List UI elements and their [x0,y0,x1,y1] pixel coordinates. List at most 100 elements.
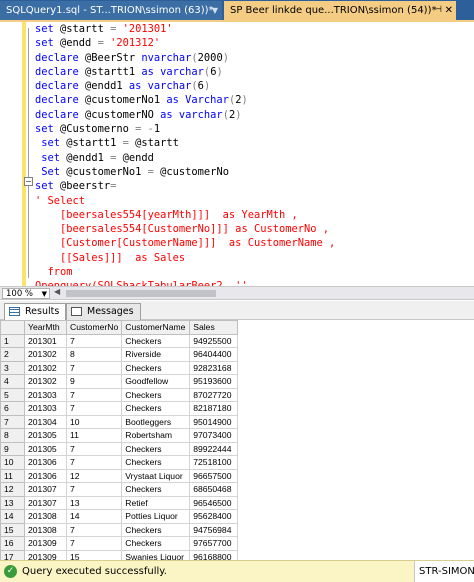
cell-yearmth[interactable]: 201303 [24,387,67,402]
tab-results[interactable]: Results [4,303,67,320]
horizontal-scrollbar[interactable]: ◀ [54,287,474,298]
cell-sales[interactable]: 95628400 [189,509,239,524]
cell-customerno[interactable]: 7 [65,333,123,348]
cell-yearmth[interactable]: 201307 [24,495,67,510]
cell-sales[interactable]: 96546500 [189,495,239,510]
column-header-sales[interactable]: Sales [189,320,239,335]
row-number[interactable]: 13 [0,495,25,510]
cell-yearmth[interactable]: 201305 [24,428,67,443]
column-header-customername[interactable]: CustomerName [121,320,191,335]
column-header-customerno[interactable]: CustomerNo [65,320,123,335]
cell-customername[interactable]: Retief [121,495,191,510]
column-header-yearmth[interactable]: YearMth [24,320,67,335]
tab-sqlquery1[interactable]: SQLQuery1.sql - ST...TRION\ssimon (63))*… [0,1,222,20]
cell-yearmth[interactable]: 201306 [24,455,67,470]
cell-sales[interactable]: 97073400 [189,428,239,443]
row-number[interactable]: 1 [0,333,25,348]
pin-icon[interactable]: ⊣ [434,1,442,20]
row-number[interactable]: 2 [0,347,25,362]
table-row[interactable]: 15 201308 7 Checkers 94756984 [0,522,239,537]
cell-customername[interactable]: Checkers [121,455,191,470]
code-line[interactable]: declare @endd1 as varchar(6) [35,79,335,93]
table-row[interactable]: 14 201308 14 Potties Liquor 95628400 [0,509,239,524]
code-line[interactable]: set @startt1 = @startt [35,136,335,150]
cell-customerno[interactable]: 12 [65,468,123,483]
code-line[interactable]: ' Select [35,194,335,208]
cell-customername[interactable]: Checkers [121,441,191,456]
code-line[interactable]: [beersales554[CustomerNo]]] as CustomerN… [35,222,335,236]
table-row[interactable]: 10 201306 7 Checkers 72518100 [0,455,239,470]
cell-sales[interactable]: 82187180 [189,401,239,416]
cell-yearmth[interactable]: 201309 [24,536,67,551]
cell-customerno[interactable]: 13 [65,495,123,510]
cell-yearmth[interactable]: 201303 [24,401,67,416]
cell-sales[interactable]: 96404400 [189,347,239,362]
cell-customerno[interactable]: 15 [65,549,123,560]
row-number[interactable]: 10 [0,455,25,470]
zoom-dropdown[interactable]: 100 % ▼ [2,288,50,299]
cell-yearmth[interactable]: 201302 [24,347,67,362]
close-icon[interactable]: ✕ [445,1,453,20]
table-row[interactable]: 5 201303 7 Checkers 87027720 [0,387,239,402]
code-line[interactable]: [beersales554[yearMth]]] as YearMth , [35,208,335,222]
cell-customerno[interactable]: 7 [65,387,123,402]
cell-customername[interactable]: Bootleggers [121,414,191,429]
table-row[interactable]: 17 201309 15 Swanies Liquor 96168800 [0,549,239,560]
cell-sales[interactable]: 96657500 [189,468,239,483]
cell-sales[interactable]: 89922444 [189,441,239,456]
cell-customerno[interactable]: 7 [65,536,123,551]
cell-customername[interactable]: Checkers [121,522,191,537]
table-row[interactable]: 1 201301 7 Checkers 94925500 [0,333,239,348]
cell-sales[interactable]: 94756984 [189,522,239,537]
cell-customerno[interactable]: 7 [65,441,123,456]
cell-yearmth[interactable]: 201302 [24,374,67,389]
cell-customername[interactable]: Checkers [121,401,191,416]
cell-yearmth[interactable]: 201307 [24,482,67,497]
cell-customername[interactable]: Checkers [121,333,191,348]
results-grid[interactable]: YearMth CustomerNo CustomerName Sales 12… [0,320,474,560]
table-row[interactable]: 9 201305 7 Checkers 89922444 [0,441,239,456]
cell-sales[interactable]: 72518100 [189,455,239,470]
row-number[interactable]: 15 [0,522,25,537]
code-line[interactable]: declare @customerNo1 as Varchar(2) [35,93,335,107]
tab-sp-beer[interactable]: SP Beer linkde que...TRION\ssimon (54))*… [224,1,456,20]
table-row[interactable]: 16 201309 7 Checkers 97657700 [0,536,239,551]
table-row[interactable]: 11 201306 12 Vrystaat Liquor 96657500 [0,468,239,483]
row-number[interactable]: 6 [0,401,25,416]
cell-customerno[interactable]: 7 [65,360,123,375]
code-line[interactable]: declare @startt1 as varchar(6) [35,65,335,79]
cell-yearmth[interactable]: 201304 [24,414,67,429]
cell-customername[interactable]: Checkers [121,387,191,402]
cell-customerno[interactable]: 7 [65,522,123,537]
row-number[interactable]: 7 [0,414,25,429]
row-number[interactable]: 5 [0,387,25,402]
code-line[interactable]: from [35,265,335,279]
code-line[interactable]: set @endd1 = @endd [35,151,335,165]
row-number[interactable]: 3 [0,360,25,375]
cell-customerno[interactable]: 9 [65,374,123,389]
cell-sales[interactable]: 97657700 [189,536,239,551]
code-line[interactable]: Set @customerNo1 = @customerNo [35,165,335,179]
cell-customername[interactable]: Potties Liquor [121,509,191,524]
cell-customerno[interactable]: 10 [65,414,123,429]
tab-messages[interactable]: Messages [66,303,141,320]
cell-sales[interactable]: 95014900 [189,414,239,429]
cell-yearmth[interactable]: 201308 [24,522,67,537]
scrollbar-thumb[interactable] [66,290,216,297]
cell-customerno[interactable]: 7 [65,401,123,416]
row-number[interactable]: 16 [0,536,25,551]
table-row[interactable]: 6 201303 7 Checkers 82187180 [0,401,239,416]
cell-customername[interactable]: Swanies Liquor [121,549,191,560]
cell-customername[interactable]: Checkers [121,482,191,497]
code-line[interactable]: set @startt = '201301' [35,22,335,36]
code-line[interactable]: [[Sales]]] as Sales [35,251,335,265]
cell-yearmth[interactable]: 201301 [24,333,67,348]
cell-customerno[interactable]: 14 [65,509,123,524]
table-row[interactable]: 4 201302 9 Goodfellow 95193600 [0,374,239,389]
code-line[interactable]: [Customer[CustomerName]]] as CustomerNam… [35,236,335,250]
row-number[interactable]: 11 [0,468,25,483]
code-line[interactable]: set @Customerno = -1 [35,122,335,136]
query-editor[interactable]: − set @startt = '201301' set @endd = '201… [0,22,474,286]
scroll-left-icon[interactable]: ◀ [54,287,60,296]
cell-yearmth[interactable]: 201306 [24,468,67,483]
